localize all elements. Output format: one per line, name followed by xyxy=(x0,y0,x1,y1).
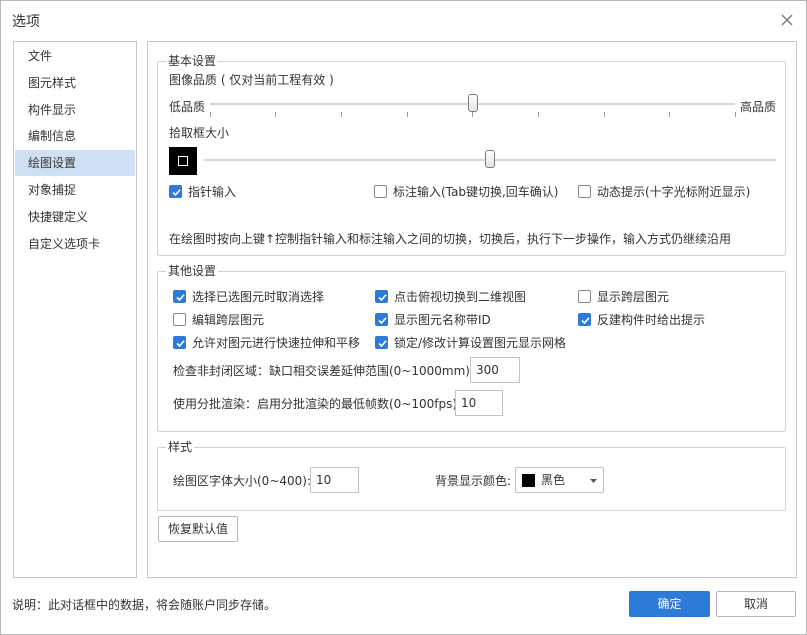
checkbox-box xyxy=(169,185,182,198)
image-quality-label: 图像品质 ( 仅对当前工程有效 ) xyxy=(169,73,334,87)
other-settings-group: 其他设置 选择已选图元时取消选择 点击俯视切换到二维视图 显示跨层图元 编辑跨层… xyxy=(157,264,786,432)
gap-range-label: 检查非封闭区域：缺口相交误差延伸范围(0~1000mm): xyxy=(173,364,475,378)
option-label: 显示跨层图元 xyxy=(597,290,670,304)
checkmark-icon xyxy=(378,340,387,348)
option-label: 点击俯视切换到二维视图 xyxy=(394,290,527,304)
slider-tick xyxy=(210,112,211,117)
pointer-input-label: 指针输入 xyxy=(188,185,237,199)
sidebar-item-drawing-settings[interactable]: 绘图设置 xyxy=(15,150,135,176)
cancel-button[interactable]: 取消 xyxy=(716,591,796,617)
slider-tick xyxy=(341,112,342,117)
close-icon xyxy=(781,14,793,26)
low-quality-label: 低品质 xyxy=(169,100,206,114)
other-settings-title: 其他设置 xyxy=(166,264,219,278)
pick-box-preview xyxy=(169,147,197,175)
checkbox-box xyxy=(374,185,387,198)
checkbox-box xyxy=(578,290,591,303)
pick-box-thumb[interactable] xyxy=(485,150,495,168)
sidebar-item-custom-tab[interactable]: 自定义选项卡 xyxy=(15,231,135,257)
sidebar-item-component-display[interactable]: 构件显示 xyxy=(15,97,135,123)
ok-button[interactable]: 确定 xyxy=(629,591,710,617)
batch-render-label: 使用分批渲染：启用分批渲染的最低帧数(0~100fps): xyxy=(173,397,462,411)
pick-box-square-icon xyxy=(178,156,188,166)
dialog-title: 选项 xyxy=(12,14,40,30)
checkmark-icon xyxy=(172,189,181,197)
basic-settings-title: 基本设置 xyxy=(166,54,219,68)
checkbox-box xyxy=(375,290,388,303)
option-label: 显示图元名称带ID xyxy=(394,313,491,327)
basic-settings-group: 基本设置 图像品质 ( 仅对当前工程有效 ) 低品质 高品质 拾取框大小 指针输… xyxy=(157,54,786,256)
image-quality-thumb[interactable] xyxy=(467,94,478,112)
sidebar-item-object-snap[interactable]: 对象捕捉 xyxy=(15,177,135,203)
sidebar-nav: 文件 图元样式 构件显示 编制信息 绘图设置 对象捕捉 快捷键定义 自定义选项卡 xyxy=(13,41,137,578)
checkbox-box xyxy=(173,313,186,326)
option-label: 选择已选图元时取消选择 xyxy=(192,290,325,304)
batch-render-input[interactable]: 10 xyxy=(455,390,503,416)
sidebar-item-compile-info[interactable]: 编制信息 xyxy=(15,123,135,149)
checkbox-box xyxy=(375,313,388,326)
checkmark-icon xyxy=(378,317,387,325)
style-title: 样式 xyxy=(166,440,195,454)
sidebar-item-file[interactable]: 文件 xyxy=(15,43,135,69)
slider-tick xyxy=(472,112,473,117)
checkbox-box xyxy=(173,290,186,303)
settings-panel: 基本设置 图像品质 ( 仅对当前工程有效 ) 低品质 高品质 拾取框大小 指针输… xyxy=(147,41,797,578)
sidebar-item-element-style[interactable]: 图元样式 xyxy=(15,70,135,96)
dimension-input-label: 标注输入(Tab键切换,回车确认) xyxy=(393,185,559,199)
option-label: 允许对图元进行快速拉伸和平移 xyxy=(192,336,361,350)
option-label: 锁定/修改计算设置图元显示网格 xyxy=(394,336,567,350)
slider-tick xyxy=(407,112,408,117)
chevron-down-icon xyxy=(590,479,597,483)
input-switch-hint: 在绘图时按向上键↑控制指针输入和标注输入之间的切换，切换后，执行下一步操作，输入… xyxy=(169,232,732,246)
sidebar-item-shortcuts[interactable]: 快捷键定义 xyxy=(15,204,135,230)
checkbox-box xyxy=(578,185,591,198)
slider-tick xyxy=(735,112,736,117)
close-button[interactable] xyxy=(778,11,796,29)
pick-box-label: 拾取框大小 xyxy=(169,126,230,140)
font-size-label: 绘图区字体大小(0~400): xyxy=(173,474,312,488)
color-swatch xyxy=(522,474,535,487)
slider-tick xyxy=(538,112,539,117)
checkmark-icon xyxy=(581,317,590,325)
bg-color-select[interactable]: 黑色 xyxy=(515,467,604,493)
option-label: 反建构件时给出提示 xyxy=(597,313,706,327)
title-bar: 选项 xyxy=(1,1,806,39)
gap-range-input[interactable]: 300 xyxy=(470,357,520,383)
option-label: 编辑跨层图元 xyxy=(192,313,265,327)
bg-color-label: 背景显示颜色: xyxy=(435,474,512,488)
checkmark-icon xyxy=(378,294,387,302)
checkbox-box xyxy=(173,336,186,349)
style-group: 样式 绘图区字体大小(0~400): 10 背景显示颜色: 黑色 xyxy=(157,440,786,511)
slider-tick xyxy=(275,112,276,117)
checkmark-icon xyxy=(176,340,185,348)
checkbox-box xyxy=(375,336,388,349)
bg-color-value: 黑色 xyxy=(541,473,566,487)
options-dialog: 选项 文件 图元样式 构件显示 编制信息 绘图设置 对象捕捉 快捷键定义 自定义… xyxy=(0,0,807,635)
font-size-input[interactable]: 10 xyxy=(310,467,359,493)
slider-tick xyxy=(604,112,605,117)
dynamic-prompt-label: 动态提示(十字光标附近显示) xyxy=(597,185,751,199)
checkbox-box xyxy=(578,313,591,326)
footer-note: 说明：此对话框中的数据，将会随账户同步存储。 xyxy=(12,598,277,612)
slider-tick xyxy=(669,112,670,117)
checkmark-icon xyxy=(176,294,185,302)
restore-defaults-button[interactable]: 恢复默认值 xyxy=(158,516,238,542)
high-quality-label: 高品质 xyxy=(740,100,777,114)
